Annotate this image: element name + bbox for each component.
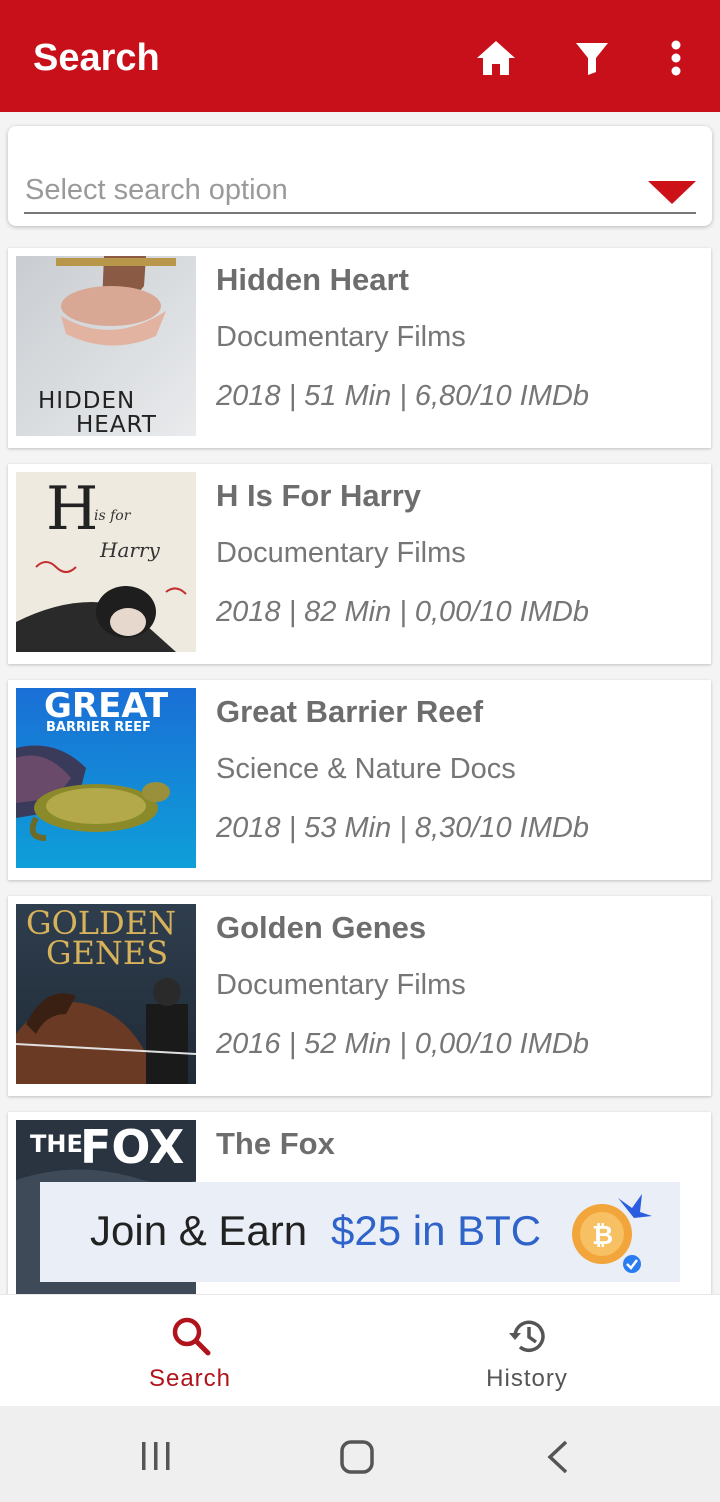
tab-history-label: History xyxy=(486,1365,568,1392)
tab-search-label: Search xyxy=(148,1365,232,1392)
tab-search[interactable]: Search xyxy=(10,1295,370,1407)
dropdown-underline xyxy=(24,212,696,214)
search-option-dropdown[interactable]: Select search option xyxy=(8,126,712,226)
result-genre: Documentary Films xyxy=(216,321,466,353)
back-icon[interactable] xyxy=(546,1440,570,1479)
result-title: Golden Genes xyxy=(216,910,427,945)
filter-icon[interactable] xyxy=(570,36,614,80)
result-meta: 2018 | 51 Min | 6,80/10 IMDb xyxy=(216,380,589,412)
poster-title-text: HEART xyxy=(76,412,157,436)
ad-banner[interactable]: Join & Earn $25 in BTC ₿ xyxy=(40,1182,680,1282)
poster-title-text: BARRIER REEF xyxy=(46,720,151,735)
result-meta: 2018 | 53 Min | 8,30/10 IMDb xyxy=(216,812,589,844)
page-title: Search xyxy=(33,37,160,79)
ad-text: Join & Earn xyxy=(90,1207,308,1254)
poster-title-text: H xyxy=(46,474,99,544)
result-item[interactable]: H is for Harry H Is For Harry Documentar… xyxy=(8,464,711,664)
result-title: Great Barrier Reef xyxy=(216,694,484,729)
result-item[interactable]: GOLDEN GENES Golden Genes Documentary Fi… xyxy=(8,896,711,1096)
poster-image: GOLDEN GENES xyxy=(16,904,196,1084)
poster-title-text: Harry xyxy=(100,538,160,562)
app-bar: Search xyxy=(0,0,720,112)
result-title: Hidden Heart xyxy=(216,262,409,297)
poster-image: H is for Harry xyxy=(16,472,196,652)
poster-title-text: is for xyxy=(94,508,131,524)
result-meta: 2016 | 52 Min | 0,00/10 IMDb xyxy=(216,1028,589,1060)
recents-icon[interactable] xyxy=(140,1440,172,1477)
history-icon xyxy=(507,1315,549,1357)
result-meta: 2018 | 82 Min | 0,00/10 IMDb xyxy=(216,596,589,628)
poster-image: HIDDEN HEART xyxy=(16,256,196,436)
result-genre: Documentary Films xyxy=(216,537,466,569)
result-genre: Documentary Films xyxy=(216,969,466,1001)
bitcoin-gift-icon: ₿ xyxy=(560,1188,656,1281)
more-vert-icon[interactable] xyxy=(654,36,698,80)
poster-title-text: HIDDEN xyxy=(38,388,136,414)
dropdown-arrow-icon[interactable] xyxy=(648,181,696,204)
result-title: H Is For Harry xyxy=(216,478,422,513)
poster-title-text: THE xyxy=(30,1130,83,1158)
results-content: Select search option HIDDEN HEART Hidden… xyxy=(0,112,720,1294)
poster-title-text: GENES xyxy=(46,934,169,972)
search-option-placeholder: Select search option xyxy=(25,174,288,206)
result-title: The Fox xyxy=(216,1126,335,1161)
poster-image: GREAT BARRIER REEF xyxy=(16,688,196,868)
system-navigation-bar xyxy=(0,1406,720,1502)
poster-title-text: FOX xyxy=(80,1120,185,1174)
svg-text:₿: ₿ xyxy=(592,1221,613,1251)
result-item[interactable]: GREAT BARRIER REEF Great Barrier Reef Sc… xyxy=(8,680,711,880)
bottom-navigation: Search History xyxy=(0,1294,720,1407)
result-item[interactable]: HIDDEN HEART Hidden Heart Documentary Fi… xyxy=(8,248,711,448)
tab-history[interactable]: History xyxy=(347,1295,707,1407)
ad-highlight: $25 in BTC xyxy=(331,1207,542,1254)
result-genre: Science & Nature Docs xyxy=(216,753,516,785)
search-icon xyxy=(170,1315,212,1357)
home-icon[interactable] xyxy=(340,1440,374,1479)
home-icon[interactable] xyxy=(474,36,518,80)
